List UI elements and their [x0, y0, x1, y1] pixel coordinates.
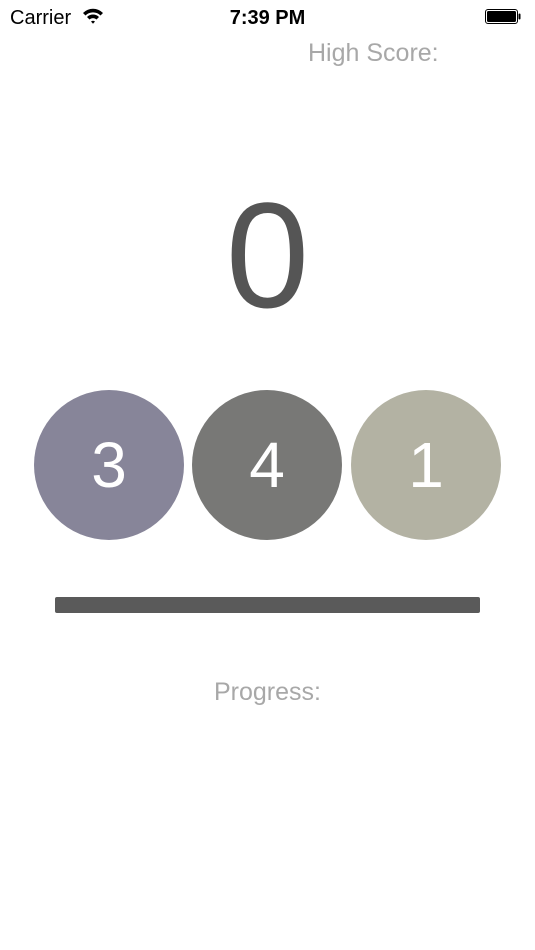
- status-bar: Carrier 7:39 PM: [0, 0, 535, 36]
- number-circle-button[interactable]: 1: [351, 390, 501, 540]
- high-score-label: High Score:: [308, 39, 439, 67]
- progress-bar: [55, 597, 480, 613]
- battery-icon: [485, 9, 521, 24]
- score-display: 0: [225, 171, 310, 339]
- number-circle-button[interactable]: 4: [192, 390, 342, 540]
- progress-bar-fill: [55, 597, 480, 613]
- progress-label: Progress:: [214, 678, 321, 706]
- number-circle-button[interactable]: 3: [34, 390, 184, 540]
- clock: 7:39 PM: [229, 7, 306, 29]
